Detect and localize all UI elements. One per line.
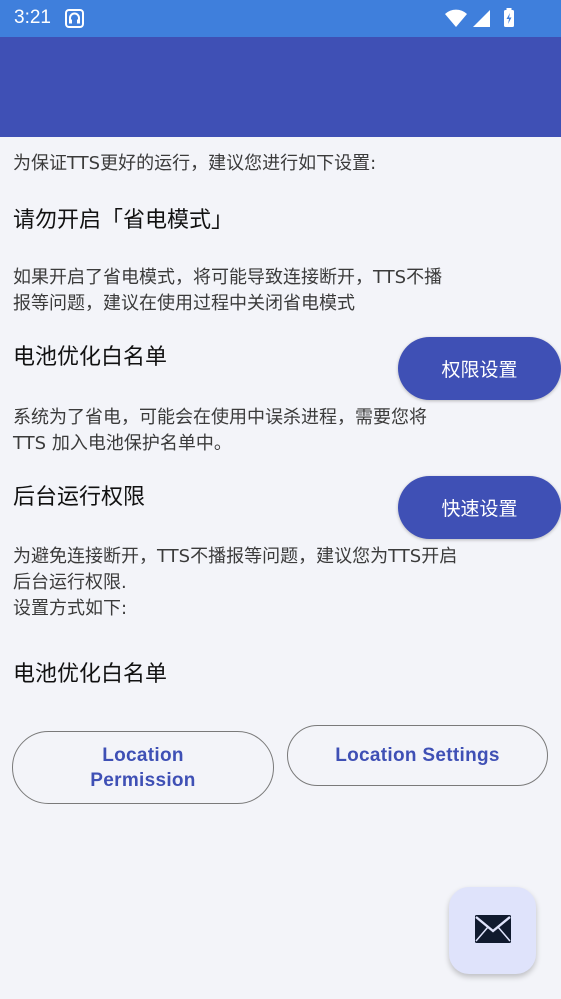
power-saving-title: 请勿开启「省电模式」	[13, 208, 234, 233]
battery-whitelist-desc: 系统为了省电，可能会在使用中误杀进程，需要您将 TTS 加入电池保护名单中。	[13, 407, 427, 454]
location-permission-button[interactable]: Location Permission	[12, 731, 274, 804]
wifi-icon	[445, 9, 467, 27]
notification-icon	[65, 9, 84, 28]
background-run-desc: 为避免连接断开，TTS不播报等问题，建议您为TTS开启 后台运行权限. 设置方式…	[13, 546, 458, 619]
quick-settings-button[interactable]: 快速设置	[398, 476, 561, 539]
mail-fab-button[interactable]	[449, 887, 536, 974]
status-time: 3:21	[14, 7, 51, 28]
background-run-title: 后台运行权限	[13, 485, 146, 510]
mail-icon	[474, 914, 512, 948]
intro-text: 为保证TTS更好的运行，建议您进行如下设置:	[13, 153, 377, 174]
status-bar: 3:21	[0, 0, 561, 37]
status-icons	[445, 7, 525, 29]
battery-whitelist-title-2: 电池优化白名单	[13, 662, 168, 687]
app-bar	[0, 37, 561, 137]
permission-settings-button[interactable]: 权限设置	[398, 337, 561, 400]
cellular-signal-icon	[473, 10, 490, 27]
power-saving-desc: 如果开启了省电模式，将可能导致连接断开，TTS不播 报等问题，建议在使用过程中关…	[13, 267, 443, 314]
battery-whitelist-title: 电池优化白名单	[13, 345, 168, 370]
location-settings-button[interactable]: Location Settings	[287, 725, 548, 786]
battery-charging-icon	[504, 8, 514, 27]
